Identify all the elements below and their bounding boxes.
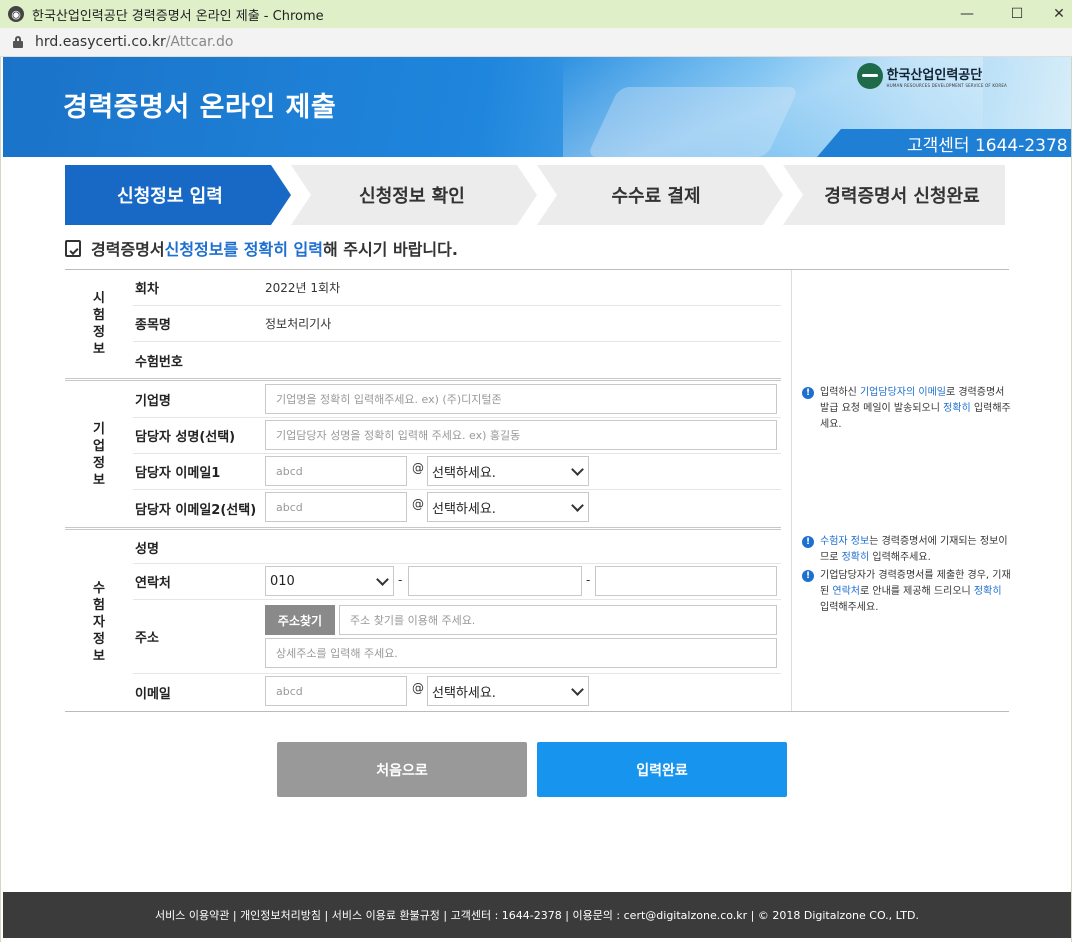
round-label: 회차 [135,282,159,297]
phone-prefix-select[interactable]: 010 [265,566,394,596]
info-icon: ! [802,570,814,582]
applicant-phone-row: 연락처 010 - - [133,564,781,600]
phone-dash: - [586,573,591,587]
info-icon: ! [802,536,814,548]
manager-email2-input[interactable]: abcd [265,492,407,522]
logo[interactable]: 한국산업인력공단 HUMAN RESOURCES DEVELOPMENT SER… [856,63,1007,89]
applicant-address-row: 주소 주소찾기 주소 찾기를 이용해 주세요. 상세주소를 입력해 주세요. [133,600,781,674]
address-bar[interactable]: hrd.easycerti.co.kr/Attcar.do [0,28,1072,57]
chevron-down-icon [376,573,389,586]
subject-value: 정보처리기사 [265,317,332,331]
company-section-title: 기업정보 [93,421,105,488]
applicant-email-row: 이메일 abcd @ 선택하세요. [133,674,781,710]
applicant-section: 수험자정보 성명 연락처 010 - - 주소 주소찾기 주소 찾기를 이용해 … [65,531,781,713]
exam-number-label: 수험번호 [135,354,183,370]
globe-icon: ◉ [8,6,24,22]
exam-round-row: 회차 2022년 1회차 [133,270,781,306]
subject-label: 종목명 [135,318,171,333]
chevron-down-icon [571,463,584,476]
phone-dash: - [398,573,403,587]
logo-subtext: HUMAN RESOURCES DEVELOPMENT SERVICE OF K… [886,83,1007,88]
step-complete: 경력증명서 신청완료 [824,186,980,207]
at-symbol: @ [412,681,424,695]
company-name-input[interactable]: 기업명을 정확히 입력해주세요. ex) (주)디지털존 [265,384,777,414]
application-form: 시험정보 회차 2022년 1회차 종목명 정보처리기사 수험번호 기업정보 기… [65,269,1012,713]
company-help-text: ! 입력하신 기업담당자의 이메일로 경력증명서 발급 요청 메일이 발송되오니… [802,385,1012,433]
applicant-name-row: 성명 [133,531,781,564]
manager-email1-domain-select[interactable]: 선택하세요. [427,456,589,486]
window-title: 한국산업인력공단 경력증명서 온라인 제출 - Chrome [32,8,324,24]
address-label: 주소 [135,631,159,646]
phone-middle-input[interactable] [408,566,582,596]
exam-subject-row: 종목명 정보처리기사 [133,306,781,342]
applicant-help-text-2: ! 기업담당자가 경력증명서를 제출한 경우, 기재된 연락처로 안내를 제공해… [802,568,1012,616]
page-title: 경력증명서 온라인 제출 [63,92,337,123]
applicant-email-input[interactable]: abcd [265,676,407,706]
applicant-email-domain-select[interactable]: 선택하세요. [427,676,589,706]
address-detail-input[interactable]: 상세주소를 입력해 주세요. [265,638,777,668]
manager-email1-input[interactable]: abcd [265,456,407,486]
reset-button[interactable]: 처음으로 [277,742,527,797]
manager-email2-row: 담당자 이메일2(선택) abcd @ 선택하세요. [133,490,781,527]
manager-email1-row: 담당자 이메일1 abcd @ 선택하세요. [133,454,781,490]
applicant-section-title: 수험자정보 [93,580,105,664]
company-name-row: 기업명 기업명을 정확히 입력해주세요. ex) (주)디지털존 [133,382,781,418]
submit-button[interactable]: 입력완료 [537,742,787,797]
at-symbol: @ [412,461,424,475]
company-section: 기업정보 기업명 기업명을 정확히 입력해주세요. ex) (주)디지털존 담당… [65,382,781,527]
info-icon: ! [802,387,814,399]
chevron-down-icon [571,683,584,696]
company-name-label: 기업명 [135,394,171,409]
manager-name-label: 담당자 성명(선택) [135,430,236,445]
browser-titlebar: ◉ 한국산업인력공단 경력증명서 온라인 제출 - Chrome [0,0,1072,28]
step-confirm: 신청정보 확인 [359,186,465,207]
exam-section-title: 시험정보 [93,291,105,357]
at-symbol: @ [412,497,424,511]
url-text[interactable]: hrd.easycerti.co.kr/Attcar.do [35,34,233,50]
applicant-name-label: 성명 [135,541,159,557]
round-value: 2022년 1회차 [265,281,341,295]
address-search-button[interactable]: 주소찾기 [265,605,335,635]
header-banner: 경력증명서 온라인 제출 한국산업인력공단 HUMAN RESOURCES DE… [3,57,1071,157]
exam-section: 시험정보 회차 2022년 1회차 종목명 정보처리기사 수험번호 [65,270,781,378]
applicant-email-label: 이메일 [135,686,171,702]
close-button[interactable]: ✕ [1036,0,1072,28]
manager-email1-label: 담당자 이메일1 [135,466,221,481]
logo-text: 한국산업인력공단 [886,68,983,83]
step-input: 신청정보 입력 [117,186,223,207]
form-notice: 경력증명서 신청정보를 정확히 입력 해 주시기 바랍니다. [65,237,458,259]
step-payment: 수수료 결제 [611,186,701,207]
manager-name-row: 담당자 성명(선택) 기업담당자 성명을 정확히 입력해 주세요. ex) 홍길… [133,418,781,454]
lock-icon [13,36,23,48]
applicant-phone-label: 연락처 [135,576,171,591]
checklist-icon [65,239,81,257]
manager-name-input[interactable]: 기업담당자 성명을 정확히 입력해 주세요. ex) 홍길동 [265,420,777,450]
callcenter-label: 고객센터 1644-2378 [817,129,1071,157]
page: 경력증명서 온라인 제출 한국산업인력공단 HUMAN RESOURCES DE… [0,57,1072,942]
phone-last-input[interactable] [595,566,777,596]
address-input[interactable]: 주소 찾기를 이용해 주세요. [339,605,777,635]
manager-email2-domain-select[interactable]: 선택하세요. [427,492,589,522]
hrdk-logo-icon [856,63,883,89]
footer-links[interactable]: 서비스 이용약관 | 개인정보처리방침 | 서비스 이용료 환불규정 | 고객센… [3,892,1071,938]
chevron-down-icon [571,499,584,512]
manager-email2-label: 담당자 이메일2(선택) [135,503,257,518]
maximize-button[interactable]: ☐ [994,0,1040,28]
minimize-button[interactable]: — [944,0,990,28]
progress-steps: 신청정보 입력 신청정보 확인 수수료 결제 경력증명서 신청완료 [65,165,1005,225]
exam-number-row: 수험번호 [133,342,781,378]
applicant-help-text-1: ! 수험자 정보는 경력증명서에 기재되는 정보이므로 정확히 입력해주세요. [802,534,1012,566]
